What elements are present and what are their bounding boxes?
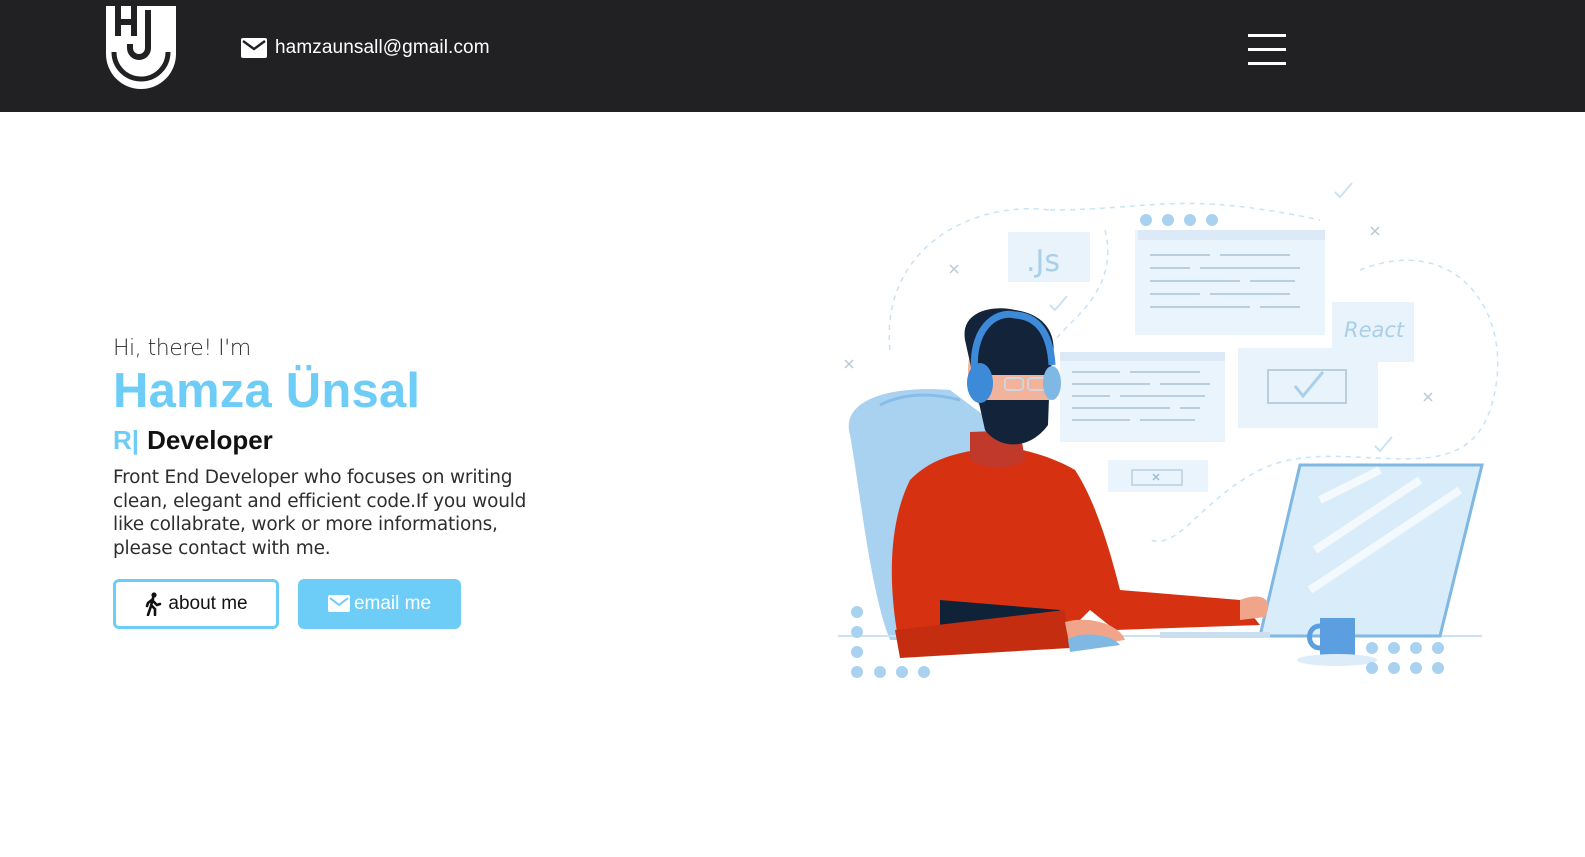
menu-bar xyxy=(1248,34,1286,37)
envelope-icon xyxy=(327,595,350,612)
logo-icon[interactable] xyxy=(104,6,178,90)
hero-intro: Hi, there! I'm Hamza Ünsal R| Developer … xyxy=(113,336,573,561)
developer-illustration: .Js React xyxy=(838,182,1499,678)
hamburger-menu-button[interactable] xyxy=(1248,32,1288,68)
greeting-text: Hi, there! I'm xyxy=(113,336,251,361)
hero-name: Hamza Ünsal xyxy=(113,364,421,418)
person-walking-icon xyxy=(146,592,162,616)
role-line: R| Developer xyxy=(113,425,573,456)
about-me-label: about me xyxy=(168,593,248,614)
email-me-label: email me xyxy=(353,593,432,614)
header-email-link[interactable]: hamzaunsall@gmail.com xyxy=(241,37,490,59)
header-email-text: hamzaunsall@gmail.com xyxy=(275,37,490,58)
react-label: React xyxy=(1344,318,1405,342)
role-text: Developer xyxy=(147,425,273,455)
menu-bar xyxy=(1248,48,1286,51)
envelope-icon xyxy=(241,38,267,58)
top-navbar: hamzaunsall@gmail.com xyxy=(0,0,1585,112)
hero-description: Front End Developer who focuses on writi… xyxy=(113,467,527,560)
about-me-button[interactable]: about me xyxy=(113,579,279,629)
menu-bar xyxy=(1248,62,1286,65)
js-label: .Js xyxy=(1026,244,1060,279)
typed-text: R| xyxy=(113,425,140,455)
email-me-button[interactable]: email me xyxy=(298,579,461,629)
hero-buttons: about me email me xyxy=(113,579,461,629)
